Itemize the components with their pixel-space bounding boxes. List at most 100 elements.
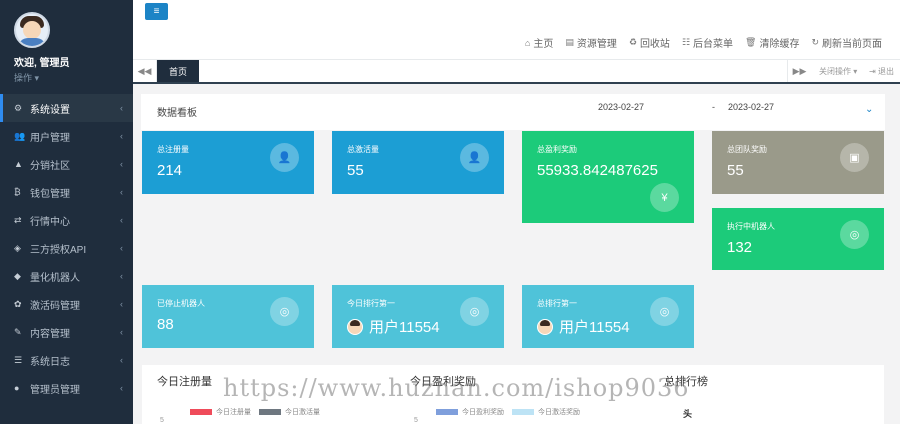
chevron-left-icon: ‹ (120, 327, 123, 337)
card-today-top-rank: 今日排行第一 用户11554 ◎ (332, 285, 504, 348)
sidebar-item-quant-robot[interactable]: ◆ 量化机器人 ‹ (0, 262, 133, 290)
legend-label[interactable]: 今日盈利奖励 (462, 407, 504, 417)
card-stopped-robots: 已停止机器人 88 ◎ (142, 285, 314, 348)
card-label: 总激活量 (347, 145, 379, 154)
sidebar-item-user-management[interactable]: 👥 用户管理 ‹ (0, 122, 133, 150)
chevron-left-icon: ‹ (120, 355, 123, 365)
sidebar-item-label: 三方授权API (30, 244, 87, 256)
overall-rank-panel: 总排行榜 头 (658, 365, 884, 424)
chevron-left-icon: ‹ (120, 215, 123, 225)
globe-icon: ◎ (650, 297, 679, 326)
toplink-refresh[interactable]: ↻ 刷新当前页面 (811, 35, 882, 50)
globe-icon: ◎ (270, 297, 299, 326)
chevron-left-icon: ‹ (120, 243, 123, 253)
card-label: 总团队奖励 (727, 145, 767, 154)
legend-label[interactable]: 今日激活量 (285, 407, 320, 417)
user-icon: 👤 (270, 143, 299, 172)
chart-legend: 今日注册量 今日激活量 (182, 407, 320, 417)
profile-ops-dropdown[interactable]: 操作 ▾ (14, 71, 133, 84)
close-ops-dropdown[interactable]: 关闭操作 ▾ (813, 60, 857, 82)
axis-tick: 5 (160, 417, 164, 424)
recycle-icon: ♻ (628, 37, 637, 47)
menu-toggle-button[interactable]: ≡ (145, 3, 168, 20)
sidebar-item-label: 内容管理 (30, 328, 70, 340)
card-label: 总盈利奖励 (537, 145, 577, 154)
date-to-input[interactable]: 2023-02-27 (728, 102, 774, 112)
sidebar-item-third-party-api[interactable]: ◈ 三方授权API ‹ (0, 234, 133, 262)
api-icon: ◈ (14, 242, 21, 253)
sidebar-item-distribution[interactable]: ▲ 分销社区 ‹ (0, 150, 133, 178)
exit-button[interactable]: ⇥ 退出 (869, 60, 894, 82)
sidebar-item-market[interactable]: ⇄ 行情中心 ‹ (0, 206, 133, 234)
legend-swatch (512, 409, 534, 415)
top-user-name: 用户11554 (559, 319, 630, 336)
sidebar-item-label: 激活码管理 (30, 300, 80, 312)
sidebar-item-system-settings[interactable]: ⚙ 系统设置 ‹ (0, 94, 133, 122)
dashboard-header: 数据看板 2023-02-27 - 2023-02-27 ⌄ (141, 94, 885, 130)
tab-home[interactable]: 首页 (157, 60, 200, 82)
card-label: 已停止机器人 (157, 299, 205, 308)
toplink-label: 资源管理 (576, 39, 617, 50)
chevron-down-icon[interactable]: ⌄ (865, 104, 873, 115)
date-separator: - (712, 102, 715, 112)
settings-icon: ⚙ (14, 102, 23, 113)
sidebar-item-content[interactable]: ✎ 内容管理 ‹ (0, 318, 133, 346)
sidebar-item-label: 系统日志 (30, 356, 70, 368)
sidebar-item-label: 分销社区 (30, 160, 70, 172)
chevron-left-icon: ‹ (120, 187, 123, 197)
list-icon: ☰ (14, 354, 23, 365)
chart-legend: 今日盈利奖励 今日激活奖励 (428, 407, 580, 417)
edit-icon: ✎ (14, 326, 22, 337)
date-from-input[interactable]: 2023-02-27 (598, 102, 644, 112)
toplink-home[interactable]: ⌂ 主页 (525, 35, 553, 51)
card-value: 用户11554 (347, 316, 440, 337)
card-total-activations: 总激活量 55 👤 (332, 131, 504, 194)
sidebar-item-label: 用户管理 (30, 132, 70, 144)
toplink-label: 后台菜单 (693, 39, 734, 50)
avatar[interactable] (14, 12, 50, 48)
card-label: 总排行第一 (537, 299, 577, 308)
card-value: 88 (157, 316, 174, 333)
tabs-scroll-right-button[interactable]: ▶▶ (787, 60, 811, 82)
toplink-recycle[interactable]: ♻ 回收站 (629, 35, 670, 50)
toplink-resources[interactable]: ▤ 资源管理 (565, 35, 617, 50)
sidebar-item-activation-code[interactable]: ✿ 激活码管理 ‹ (0, 290, 133, 318)
card-value: 55 (347, 162, 364, 179)
axis-tick: 5 (414, 417, 418, 424)
toplink-label: 刷新当前页面 (822, 39, 882, 50)
legend-label[interactable]: 今日注册量 (216, 407, 251, 417)
avatar (347, 318, 363, 335)
card-overall-top-rank: 总排行第一 用户11554 ◎ (522, 285, 694, 348)
sidebar-item-wallet[interactable]: ₿ 钱包管理 ‹ (0, 178, 133, 206)
legend-swatch (190, 409, 212, 415)
legend-swatch (436, 409, 458, 415)
box-icon: ▣ (840, 143, 869, 172)
legend-label[interactable]: 今日激活奖励 (538, 407, 580, 417)
avatar (537, 318, 553, 335)
toplink-clear-cache[interactable]: 🗑 清除缓存 (745, 35, 799, 50)
page-title: 数据看板 (157, 108, 197, 119)
toplink-admin-menu[interactable]: ☷ 后台菜单 (682, 35, 733, 50)
sidebar-item-label: 系统设置 (30, 104, 70, 116)
welcome-text: 欢迎, 管理员 (14, 58, 70, 69)
legend-swatch (259, 409, 281, 415)
user-circle-icon: ● (14, 383, 20, 393)
card-value: 214 (157, 162, 183, 179)
yen-icon: ¥ (650, 183, 679, 212)
diamond-icon: ◆ (14, 270, 21, 281)
globe-icon: ◎ (460, 297, 489, 326)
list-icon: ☷ (681, 37, 691, 47)
toplink-label: 回收站 (639, 39, 670, 50)
tabs-scroll-left-button[interactable]: ◀◀ (133, 60, 157, 82)
sidebar-item-system-log[interactable]: ☰ 系统日志 ‹ (0, 346, 133, 374)
card-total-profit-reward: 总盈利奖励 55933.842487625 ¥ (522, 131, 694, 223)
sidebar-menu: ⚙ 系统设置 ‹ 👥 用户管理 ‹ ▲ 分销社区 ‹ ₿ 钱包管理 ‹ ⇄ 行情… (0, 94, 133, 402)
sidebar-item-label: 钱包管理 (30, 188, 70, 200)
chevron-left-icon: ‹ (120, 299, 123, 309)
chevron-left-icon: ‹ (120, 103, 123, 113)
sidebar-item-admin[interactable]: ● 管理员管理 ‹ (0, 374, 133, 402)
top-user-name: 用户11554 (369, 319, 440, 336)
sidebar-item-label: 管理员管理 (30, 384, 80, 396)
top-bar: ≡ ⌂ 主页 ▤ 资源管理 ♻ 回收站 ☷ 后台菜单 🗑 清除缓存 ↻ 刷新当前… (133, 0, 900, 60)
card-label: 今日排行第一 (347, 299, 395, 308)
